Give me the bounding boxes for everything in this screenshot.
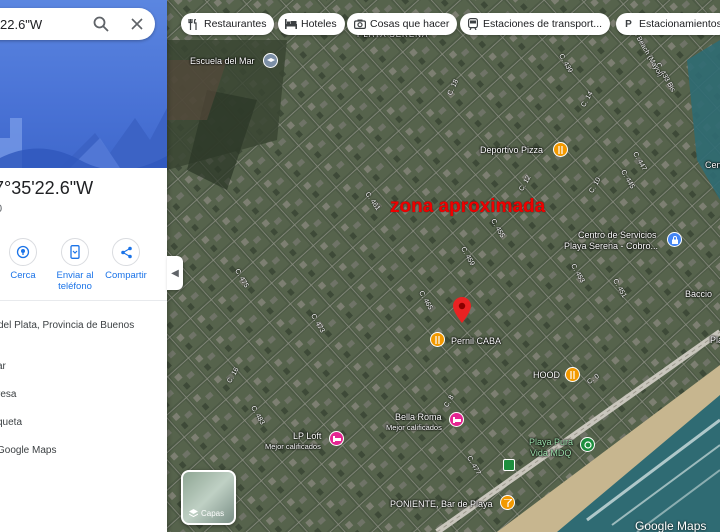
layers-icon [189, 509, 198, 518]
location-pin-icon[interactable] [453, 297, 471, 323]
share-icon-circle [112, 238, 140, 266]
info-row[interactable]: resa [0, 389, 16, 400]
place-panel: 22.6"W 7°35'22.6"W 0 Cerca Enviar al tel… [0, 0, 167, 532]
poi-label[interactable]: PONIENTE, Bar de Playa [390, 499, 493, 509]
chip-hotels[interactable]: Hoteles [278, 13, 345, 35]
poi-label[interactable]: Playa Pura [529, 437, 573, 447]
search-box[interactable]: 22.6"W [0, 8, 155, 40]
info-row[interactable]: queta [0, 417, 22, 428]
poi-label[interactable]: Vida MDQ [530, 448, 571, 458]
chip-label: Estaciones de transport... [483, 18, 603, 30]
satellite-map[interactable]: C. 439 C. 433 Bis C. 18 C. 14 C. 12 C. 1… [167, 0, 720, 532]
chip-transit-stations[interactable]: Estaciones de transport... [460, 13, 611, 35]
bar-icon[interactable] [500, 495, 515, 510]
chip-label: Cosas que hacer [370, 18, 450, 30]
poi-label[interactable]: Deportivo Pizza [480, 145, 543, 155]
camera-icon [353, 18, 366, 31]
poi-label-sub: Mejor calificados [265, 442, 321, 451]
transit-icon [466, 18, 479, 31]
send-to-phone-button[interactable]: Enviar al teléfono [47, 238, 103, 292]
chip-label: Restaurantes [204, 18, 267, 30]
info-row[interactable]: Google Maps [0, 445, 56, 456]
chip-label: Hoteles [301, 18, 337, 30]
nearby-label: Cerca [10, 270, 36, 281]
poi-label[interactable]: Centro de Servicios [578, 230, 657, 240]
send-to-phone-label: Enviar al teléfono [56, 270, 94, 292]
chip-parking[interactable]: P Estacionamientos [616, 13, 720, 35]
park-icon[interactable] [580, 437, 595, 452]
approximate-zone-label: zona aproximada [390, 196, 546, 217]
poi-label[interactable]: Pla [710, 335, 720, 345]
search-input[interactable]: 22.6"W [0, 17, 42, 32]
poi-label[interactable]: Pernil CABA [451, 336, 501, 346]
divider [0, 300, 167, 301]
collapse-panel-button[interactable]: ◀ [167, 256, 183, 290]
poi-label-sub: Mejor calificados [386, 423, 442, 432]
transit-stop-icon[interactable] [503, 459, 515, 471]
search-icon[interactable] [92, 15, 110, 33]
nearby-icon [16, 245, 30, 259]
send-to-phone-icon-circle [61, 238, 89, 266]
hotel-icon[interactable] [449, 412, 464, 427]
layers-button[interactable]: Capas [181, 470, 236, 525]
hotel-icon[interactable] [329, 431, 344, 446]
share-button[interactable]: Compartir [98, 238, 154, 281]
skyline-illustration [0, 108, 167, 168]
poi-label[interactable]: LP Loft [293, 431, 321, 441]
nearby-button[interactable]: Cerca [0, 238, 51, 281]
chevron-left-icon: ◀ [171, 267, 179, 279]
close-icon[interactable] [128, 15, 146, 33]
poi-label[interactable]: Playa Serena - Cobro... [564, 241, 658, 251]
lock-icon[interactable] [667, 232, 682, 247]
share-icon [120, 246, 132, 258]
restaurant-icon[interactable] [430, 332, 445, 347]
place-subtitle: 0 [0, 203, 2, 215]
chip-restaurants[interactable]: Restaurantes [181, 13, 275, 35]
chip-label: Estacionamientos [639, 18, 720, 30]
bed-icon [284, 18, 297, 31]
restaurant-icon[interactable] [553, 142, 568, 157]
parking-icon: P [625, 18, 632, 30]
google-maps-logo: Google Maps [635, 519, 707, 532]
poi-label[interactable]: Baccio [685, 289, 712, 299]
nearby-icon-circle [9, 238, 37, 266]
share-label: Compartir [105, 270, 147, 281]
school-icon[interactable] [263, 53, 278, 68]
info-row[interactable]: ar [0, 361, 6, 372]
layers-label: Capas [201, 509, 225, 518]
satellite-imagery [167, 0, 720, 532]
poi-label[interactable]: Bella Roma [395, 412, 442, 422]
layers-label-wrap: Capas [189, 509, 224, 518]
phone-icon [70, 245, 80, 259]
chip-things-to-do[interactable]: Cosas que hacer [347, 13, 458, 35]
poi-label[interactable]: Escuela del Mar [190, 56, 255, 66]
poi-label[interactable]: Cen [705, 160, 720, 170]
poi-label[interactable]: HOOD [533, 370, 560, 380]
place-title: 7°35'22.6"W [0, 178, 94, 198]
address-row[interactable]: del Plata, Provincia de Buenos [0, 320, 134, 331]
restaurant-icon[interactable] [565, 367, 580, 382]
fork-knife-icon [187, 18, 200, 31]
